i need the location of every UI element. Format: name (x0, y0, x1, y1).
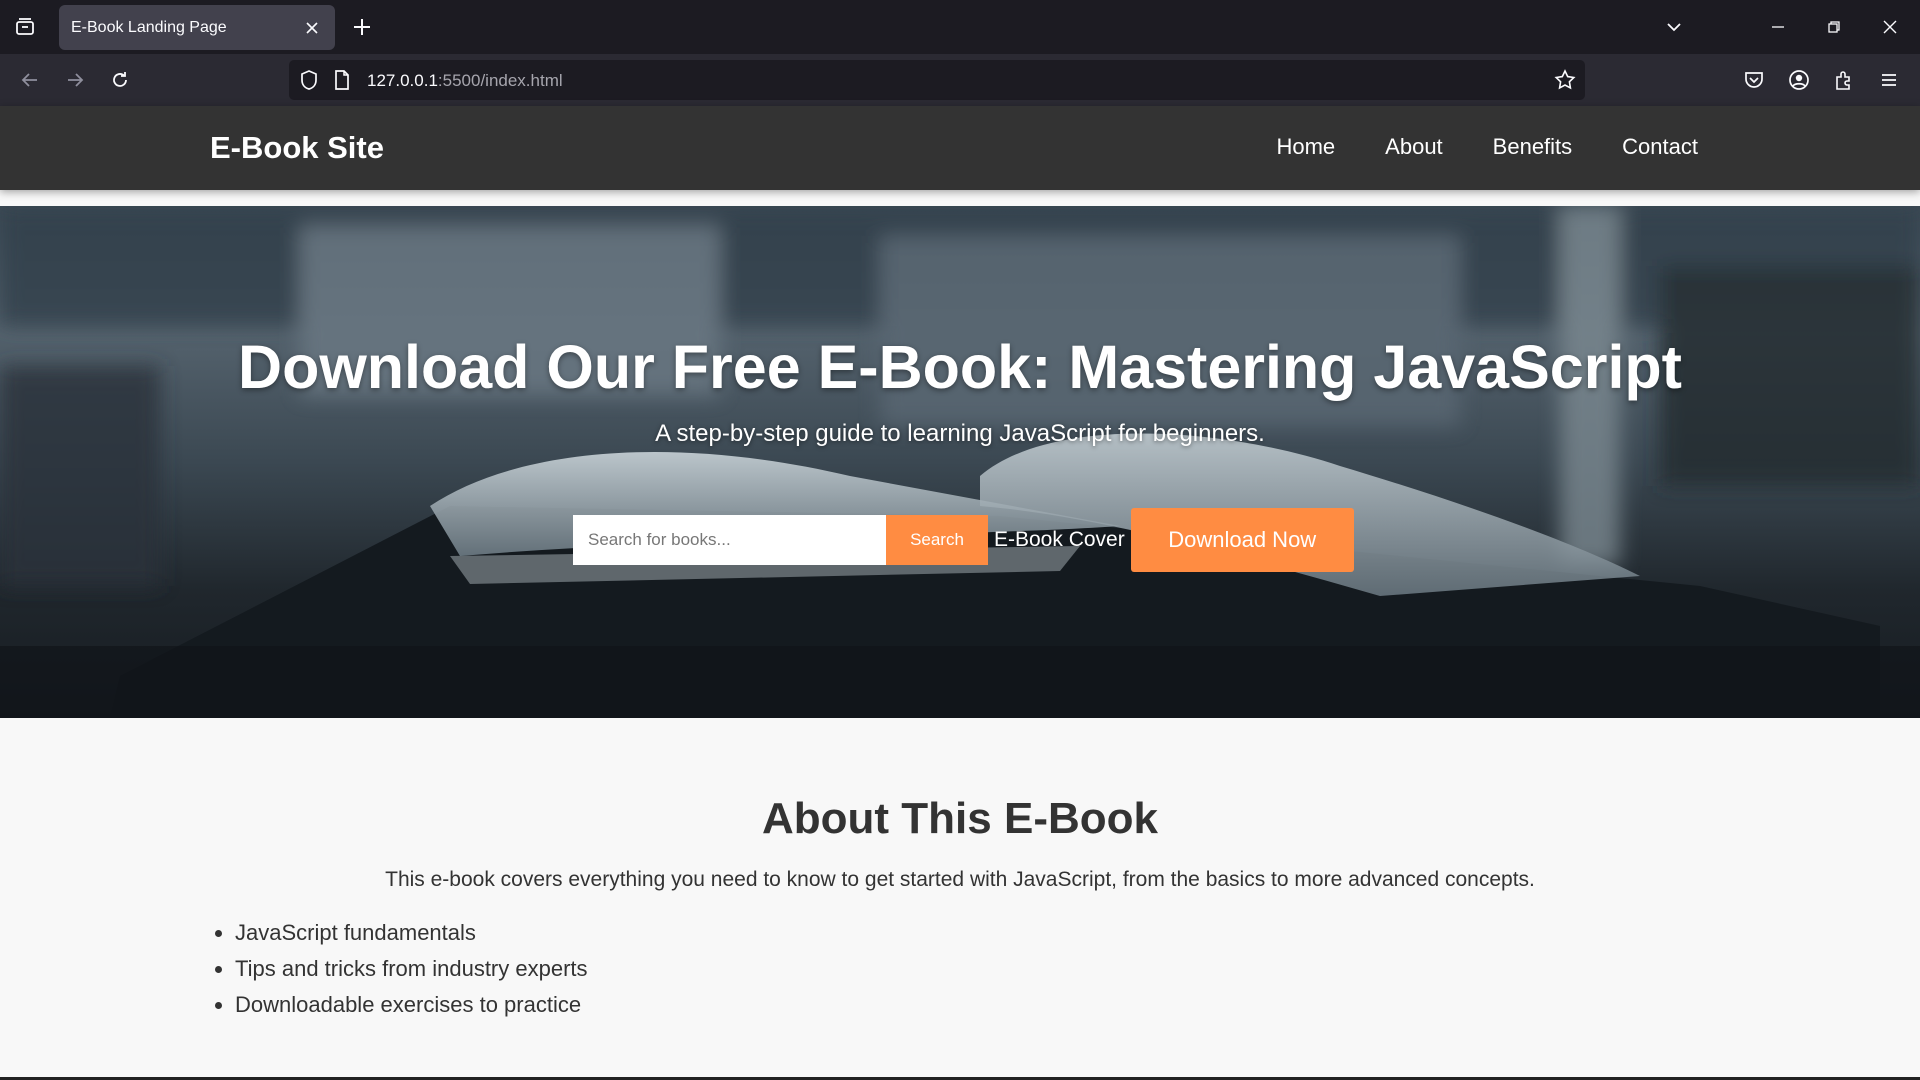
hero-section: Download Our Free E-Book: Mastering Java… (0, 206, 1920, 718)
nav-link-contact[interactable]: Contact (1622, 134, 1698, 160)
menu-hamburger-icon[interactable] (1873, 64, 1905, 96)
tab-list-icon[interactable] (0, 0, 50, 54)
bookmark-star-icon[interactable] (1553, 68, 1577, 97)
url-text: 127.0.0.1:5500/index.html (367, 71, 563, 91)
page-icon (333, 69, 351, 96)
list-item: Tips and tricks from industry experts (235, 951, 588, 987)
url-host: 127.0.0.1 (367, 71, 438, 90)
nav-link-about[interactable]: About (1385, 134, 1443, 160)
back-icon[interactable] (14, 64, 46, 96)
forward-icon[interactable] (59, 64, 91, 96)
nav-link-benefits[interactable]: Benefits (1493, 134, 1573, 160)
about-section: About This E-Book This e-book covers eve… (0, 718, 1920, 1078)
shield-icon[interactable] (299, 69, 319, 96)
about-description: This e-book covers everything you need t… (385, 868, 1535, 891)
tab-overflow-chevron-icon[interactable] (1646, 0, 1702, 54)
minimize-icon[interactable] (1750, 0, 1806, 54)
browser-nav-bar: 127.0.0.1:5500/index.html (0, 54, 1920, 106)
tab-title: E-Book Landing Page (71, 18, 227, 36)
hero-subtitle: A step-by-step guide to learning JavaScr… (655, 420, 1265, 447)
about-heading: About This E-Book (762, 794, 1158, 843)
list-item: JavaScript fundamentals (235, 915, 588, 951)
site-nav: Home About Benefits Contact (1276, 134, 1698, 160)
book-search-input[interactable] (573, 515, 886, 565)
url-path: :5500/index.html (437, 71, 563, 90)
close-tab-icon[interactable] (301, 17, 323, 39)
ebook-cover-image-alt: E-Book Cover (994, 528, 1125, 551)
hero-title: Download Our Free E-Book: Mastering Java… (238, 333, 1682, 401)
download-now-button[interactable]: Download Now (1130, 508, 1354, 572)
extensions-icon[interactable] (1828, 64, 1860, 96)
feature-list: JavaScript fundamentals Tips and tricks … (235, 915, 588, 1023)
list-item: Downloadable exercises to practice (235, 987, 588, 1023)
browser-tab[interactable]: E-Book Landing Page (59, 5, 335, 50)
new-tab-icon[interactable] (348, 13, 376, 41)
site-header: E-Book Site Home About Benefits Contact (0, 106, 1920, 190)
restore-icon[interactable] (1806, 0, 1862, 54)
account-icon[interactable] (1783, 64, 1815, 96)
nav-link-home[interactable]: Home (1276, 134, 1335, 160)
browser-tab-bar: E-Book Landing Page (0, 0, 1920, 54)
search-button[interactable]: Search (886, 515, 988, 565)
reload-icon[interactable] (104, 64, 136, 96)
hero-background-book-image (0, 206, 1920, 718)
address-bar[interactable]: 127.0.0.1:5500/index.html (289, 60, 1585, 100)
site-brand[interactable]: E-Book Site (210, 130, 384, 166)
close-window-icon[interactable] (1862, 0, 1918, 54)
pocket-icon[interactable] (1738, 64, 1770, 96)
hero-action-row: Search E-Book Cover Download Now (573, 508, 1354, 572)
